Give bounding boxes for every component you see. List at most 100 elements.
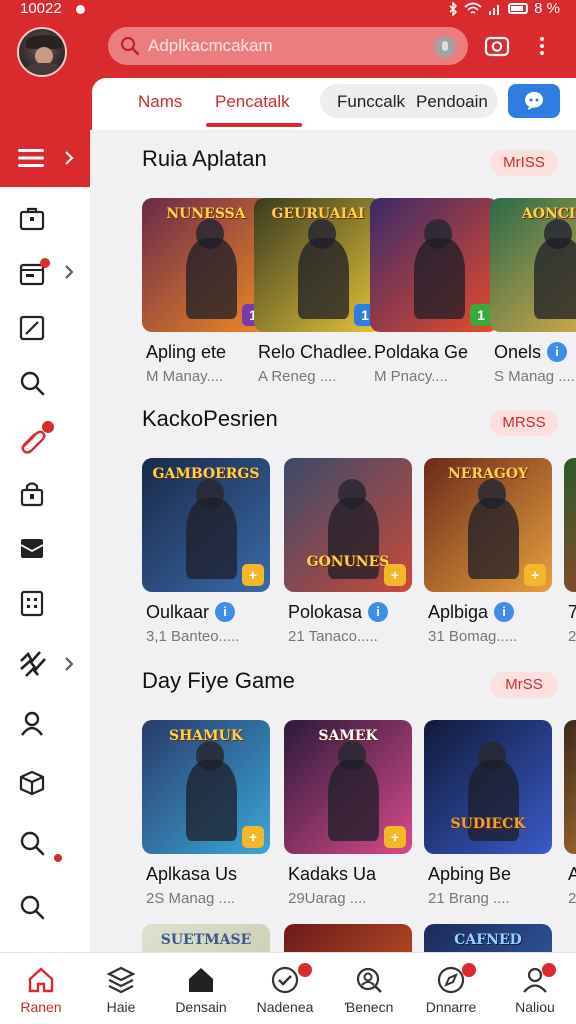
status-bar: 10022 8 %: [0, 0, 576, 20]
game-subtitle: 29Uarag ....: [288, 890, 367, 907]
game-logo-text: SUDIECK: [450, 816, 526, 832]
game-thumbnail: [284, 924, 412, 952]
overflow-menu-icon[interactable]: [536, 35, 548, 59]
nav-label: Densain: [175, 999, 227, 1015]
chat-icon: [525, 92, 543, 110]
sidebar: [0, 130, 90, 952]
game-thumbnail: GONUNES +: [284, 458, 412, 592]
nav-haie[interactable]: Haie: [80, 953, 162, 1024]
game-thumbnail: NUNESSA 1: [142, 198, 270, 332]
layers-icon: [106, 966, 136, 994]
sidebar-item-clip[interactable]: [0, 413, 90, 463]
signal-icon: [489, 4, 500, 15]
search-icon: [20, 895, 45, 920]
nav-benecn[interactable]: Ɓenecn: [328, 953, 410, 1024]
game-name: Kadaks Ua: [288, 864, 377, 884]
filter-pendoain[interactable]: Pendoain: [416, 92, 488, 112]
mic-icon[interactable]: [434, 36, 456, 58]
chevron-right-icon: [65, 151, 74, 165]
sidebar-item-user[interactable]: [0, 698, 90, 748]
game-subtitle: 2S Manag ....: [146, 890, 236, 907]
notification-dot: [54, 854, 62, 862]
nav-dnnarre[interactable]: Dnnarre: [410, 953, 492, 1024]
filter-funccalk[interactable]: Funccalk: [337, 92, 405, 112]
game-subtitle: M Pnacy....: [374, 368, 448, 385]
game-thumbnail: [564, 720, 576, 854]
game-name-text: Onels: [494, 342, 542, 362]
search-bar[interactable]: [108, 27, 468, 65]
nav-label: Ɓenecn: [344, 999, 394, 1015]
nav-label: Ranen: [20, 999, 62, 1015]
game-thumbnail: SUDIECK: [424, 720, 552, 854]
edit-icon: [19, 315, 45, 341]
notification-badge: [462, 963, 476, 977]
nav-nadenea[interactable]: Nadenea: [244, 953, 326, 1024]
avatar[interactable]: [17, 27, 67, 77]
chat-button[interactable]: [508, 84, 560, 118]
more-button[interactable]: MrSS: [490, 672, 558, 698]
game-thumbnail: GEURUAIAI 1: [254, 198, 382, 332]
sidebar-item-bag[interactable]: [0, 193, 90, 243]
sidebar-item-box[interactable]: [0, 758, 90, 808]
sidebar-item-search-3[interactable]: [0, 882, 90, 932]
info-icon[interactable]: i: [368, 602, 389, 622]
battery-icon: [508, 3, 529, 14]
info-icon[interactable]: i: [215, 602, 236, 622]
tab-nams[interactable]: Nams: [138, 92, 182, 112]
game-name: A: [568, 864, 576, 884]
game-logo-text: SAMEK: [318, 728, 378, 744]
game-name: Oulkaar i: [146, 602, 236, 623]
camera-icon[interactable]: [484, 34, 510, 58]
info-icon[interactable]: i: [494, 602, 515, 622]
tab-pencatalk[interactable]: Pencatalk: [215, 92, 290, 112]
game-name: Polokasa i: [288, 602, 389, 623]
game-logo-text: GEURUAIAI: [271, 206, 365, 222]
game-name: Aplkasa Us: [146, 864, 238, 884]
more-button[interactable]: MRSS: [490, 410, 558, 436]
sidebar-item-edit[interactable]: [0, 303, 90, 353]
section-title: Day Fiye Game: [142, 668, 295, 693]
nav-ranen[interactable]: Ranen: [0, 953, 82, 1024]
game-thumbnail: CAFNED: [424, 924, 552, 952]
notification-dot: [76, 5, 85, 14]
notification-badge: [298, 963, 312, 977]
game-name: Apling ete: [146, 342, 227, 362]
section-title: Ruia Aplatan: [142, 146, 267, 171]
game-subtitle: 21 Tanaco.....: [288, 628, 378, 645]
bottom-navigation: Ranen Haie Densain Nadenea Ɓenecn Dnnarr…: [0, 952, 576, 1024]
game-name: Poldaka Ge: [374, 342, 469, 362]
more-button[interactable]: MrISS: [490, 150, 558, 176]
sidebar-item-grid[interactable]: [0, 578, 90, 628]
stats-icon: [20, 651, 46, 677]
notification-badge: [542, 963, 556, 977]
game-name-text: Aplbiga: [428, 602, 489, 622]
game-name-text: Polokasa: [288, 602, 363, 622]
wifi-icon: [464, 2, 482, 14]
battery-level: 8 %: [534, 0, 560, 17]
sidebar-menu-item[interactable]: [0, 130, 90, 187]
filter-pill[interactable]: Funccalk Pendoain: [320, 84, 498, 118]
nav-densain[interactable]: Densain: [160, 953, 242, 1024]
status-icons: 8 %: [448, 0, 560, 17]
game-thumbnail: NERAGOY +: [424, 458, 552, 592]
sidebar-item-inbox[interactable]: [0, 523, 90, 573]
info-icon[interactable]: i: [547, 342, 568, 362]
game-subtitle: S Manag ....: [494, 368, 575, 385]
game-name: 7: [568, 602, 576, 622]
game-badge: 1: [470, 304, 492, 326]
sidebar-item-search-2[interactable]: [0, 818, 90, 868]
game-logo-text: GAMBOERGS: [152, 466, 260, 482]
sidebar-item-search[interactable]: [0, 358, 90, 408]
game-name-text: Oulkaar: [146, 602, 210, 622]
search-input[interactable]: [148, 32, 428, 60]
game-subtitle: A Reneg ....: [258, 368, 337, 385]
nav-naliou[interactable]: Naliou: [494, 953, 576, 1024]
sidebar-item-stats[interactable]: [0, 638, 90, 688]
tab-bar: Nams Pencatalk Funccalk Pendoain: [92, 78, 576, 130]
game-thumbnail: GAMBOERGS +: [142, 458, 270, 592]
game-subtitle: 31 Bomag.....: [428, 628, 518, 645]
sidebar-item-lock[interactable]: [0, 468, 90, 518]
menu-icon: [18, 149, 44, 167]
game-logo-text: CAFNED: [454, 932, 522, 948]
sidebar-item-calendar[interactable]: [0, 248, 90, 298]
